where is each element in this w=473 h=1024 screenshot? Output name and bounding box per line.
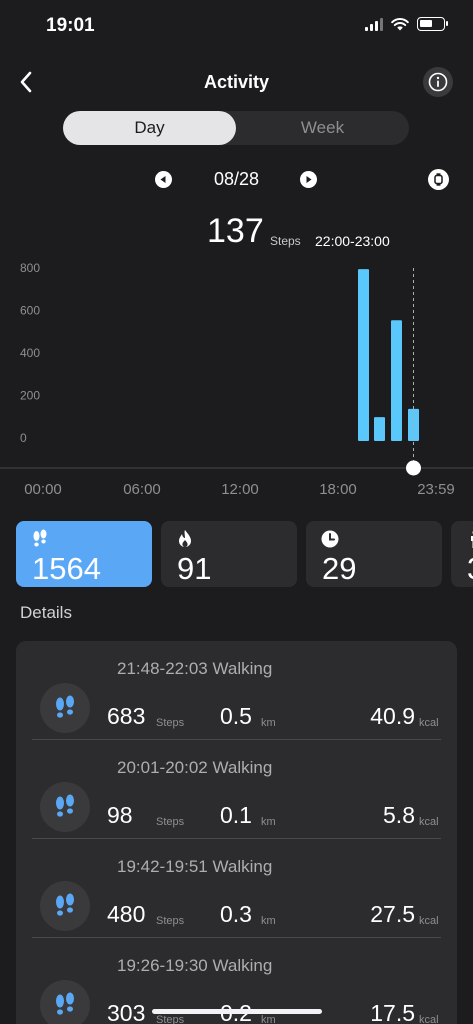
- list-item[interactable]: 20:01-20:02 Walking 98 Steps 0.1 km 5.8 …: [16, 740, 457, 839]
- item-steps: 683: [107, 703, 146, 729]
- item-calories: 27.5: [370, 901, 415, 927]
- item-distance: 0.1: [220, 802, 252, 828]
- nav-bar: Activity: [0, 60, 473, 104]
- item-calories: 5.8: [383, 802, 415, 828]
- signal-icon: [365, 17, 383, 31]
- metric-value-calories: 91: [177, 551, 212, 586]
- item-time-range: 19:26-19:30 Walking: [117, 956, 273, 975]
- watch-sync-button[interactable]: [428, 169, 449, 190]
- y-tick-label: 200: [20, 389, 40, 403]
- item-steps: 480: [107, 901, 146, 927]
- item-calories-unit: kcal: [419, 915, 439, 927]
- metric-card-standing[interactable]: 3: [451, 521, 473, 587]
- flame-icon: [175, 529, 195, 549]
- y-tick-label: 600: [20, 304, 40, 318]
- metric-card-steps[interactable]: 1564: [16, 521, 152, 587]
- x-tick-label: 18:00: [319, 481, 357, 498]
- item-time-range: 21:48-22:03 Walking: [117, 659, 273, 678]
- details-heading: Details: [20, 603, 72, 622]
- footprints-icon: [40, 782, 90, 832]
- steps-chart-svg[interactable]: 800 600 400 200 0 00:00 06:00 12:00 18:00 23:59: [0, 256, 473, 506]
- footprints-icon: [30, 529, 50, 549]
- item-steps: 303: [107, 1000, 146, 1024]
- watch-icon: [434, 173, 443, 186]
- tab-week[interactable]: Week: [236, 111, 409, 145]
- page-title: Activity: [203, 72, 270, 92]
- list-item[interactable]: 19:42-19:51 Walking 480 Steps 0.3 km 27.…: [16, 839, 457, 938]
- tab-day[interactable]: Day: [63, 111, 236, 145]
- item-calories-unit: kcal: [419, 816, 439, 828]
- item-distance: 0.3: [220, 901, 252, 927]
- x-tick-label: 12:00: [221, 481, 259, 498]
- summary-value: 137: [207, 212, 264, 250]
- selected-hour-summary: 137 Steps 22:00-23:00: [0, 212, 473, 256]
- item-calories-unit: kcal: [419, 1014, 439, 1024]
- item-steps: 98: [107, 802, 133, 828]
- footprints-icon: [40, 881, 90, 931]
- metric-value-standing: 3: [467, 551, 473, 587]
- wifi-icon: [391, 18, 409, 31]
- metric-card-calories[interactable]: 91: [161, 521, 297, 587]
- summary-unit: Steps: [270, 234, 301, 248]
- y-tick-label: 800: [20, 261, 40, 275]
- item-calories-unit: kcal: [419, 717, 439, 729]
- details-list: 21:48-22:03 Walking 683 Steps 0.5 km 40.…: [16, 641, 457, 1024]
- info-button[interactable]: [423, 67, 453, 97]
- y-tick-label: 0: [20, 431, 27, 445]
- metric-value-steps: 1564: [32, 551, 101, 586]
- triangle-right-icon: [306, 176, 312, 183]
- selection-handle[interactable]: [406, 460, 421, 476]
- item-steps-unit: Steps: [156, 915, 185, 927]
- x-tick-label: 06:00: [123, 481, 161, 498]
- battery-icon: [417, 17, 448, 31]
- status-icons: [365, 17, 448, 31]
- item-calories: 17.5: [370, 1000, 415, 1024]
- clock-icon: [320, 529, 340, 549]
- next-day-button[interactable]: [300, 171, 317, 188]
- item-distance-unit: km: [261, 915, 276, 927]
- item-steps-unit: Steps: [156, 816, 185, 828]
- metric-card-active-time[interactable]: 29: [306, 521, 442, 587]
- y-tick-label: 400: [20, 346, 40, 360]
- status-bar: 19:01: [0, 0, 473, 52]
- metric-value-active-time: 29: [322, 551, 357, 586]
- steps-chart[interactable]: 800 600 400 200 0 00:00 06:00 12:00 18:00 23:59: [0, 256, 473, 506]
- item-steps-unit: Steps: [156, 1014, 185, 1024]
- status-time: 19:01: [46, 15, 95, 36]
- info-icon: [428, 72, 448, 92]
- item-time-range: 19:42-19:51 Walking: [117, 857, 273, 876]
- x-tick-label: 23:59: [417, 481, 455, 498]
- item-distance-unit: km: [261, 816, 276, 828]
- item-calories: 40.9: [370, 703, 415, 729]
- summary-time-range: 22:00-23:00: [315, 233, 390, 249]
- chart-bar[interactable]: [358, 269, 369, 441]
- footprints-icon: [40, 980, 90, 1024]
- item-distance-unit: km: [261, 717, 276, 729]
- period-tabs: Day Week: [63, 111, 409, 145]
- item-distance-unit: km: [261, 1014, 276, 1024]
- x-tick-label: 00:00: [24, 481, 62, 498]
- date-selector: 08/28: [0, 166, 473, 194]
- chart-bar[interactable]: [374, 417, 385, 441]
- metric-cards: 1564 91 29 3: [0, 521, 473, 587]
- chart-bar[interactable]: [391, 320, 402, 441]
- list-item[interactable]: 21:48-22:03 Walking 683 Steps 0.5 km 40.…: [16, 641, 457, 740]
- item-time-range: 20:01-20:02 Walking: [117, 758, 273, 777]
- selected-date: 08/28: [213, 169, 260, 189]
- home-indicator[interactable]: [152, 1009, 322, 1014]
- standing-person-icon: [465, 529, 473, 549]
- item-steps-unit: Steps: [156, 717, 185, 729]
- footprints-icon: [40, 683, 90, 733]
- item-distance: 0.5: [220, 703, 252, 729]
